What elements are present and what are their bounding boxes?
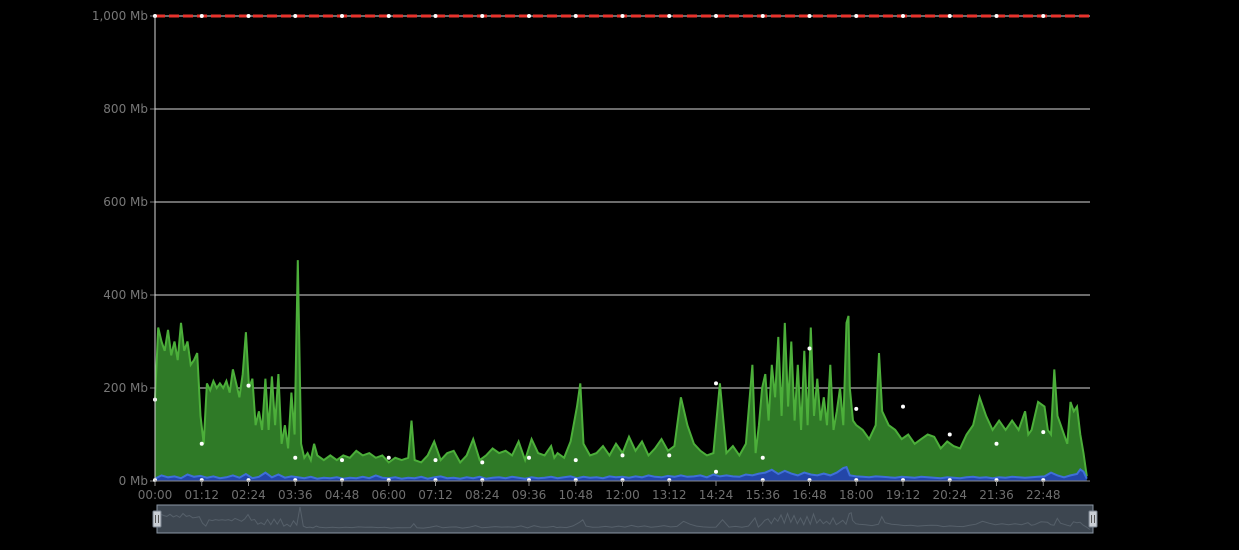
capacity-marker	[667, 14, 672, 18]
traffic-chart: 0 Mb 200 Mb 400 Mb 600 Mb 800 Mb 1,000 Mb 00:…	[92, 9, 1098, 534]
x-tick-label: 00:00	[138, 488, 173, 502]
data-point-marker	[807, 346, 812, 351]
handle-grip[interactable]	[1088, 510, 1098, 528]
data-point-marker	[246, 383, 251, 388]
range-slider-left-handle[interactable]	[152, 510, 162, 528]
range-slider-right-handle[interactable]	[1088, 510, 1098, 528]
capacity-marker	[807, 14, 812, 18]
capacity-marker	[760, 14, 765, 18]
y-tick-label: 1,000 Mb	[92, 9, 148, 23]
x-tick-label: 20:24	[932, 488, 967, 502]
x-tick-label: 22:48	[1026, 488, 1061, 502]
capacity-marker	[246, 14, 251, 18]
x-tick-label: 18:00	[839, 488, 874, 502]
x-tick-label: 19:12	[886, 488, 921, 502]
handle-grip[interactable]	[152, 510, 162, 528]
data-point-marker	[340, 458, 344, 463]
data-point-marker	[573, 458, 578, 463]
data-point-marker	[714, 469, 718, 474]
data-point-marker	[714, 381, 718, 386]
data-point-marker	[994, 441, 999, 446]
capacity-marker	[386, 14, 391, 18]
capacity-marker	[340, 14, 344, 18]
data-point-marker	[527, 455, 531, 460]
x-tick-label: 09:36	[512, 488, 547, 502]
x-tick-label: 01:12	[184, 488, 219, 502]
data-point-marker	[199, 441, 204, 446]
data-point-marker	[433, 458, 438, 463]
capacity-marker	[994, 14, 999, 18]
x-tick-label: 14:24	[699, 488, 734, 502]
y-tick-label: 0 Mb	[119, 474, 148, 488]
y-axis-ticks: 0 Mb 200 Mb 400 Mb 600 Mb 800 Mb 1,000 Mb	[92, 9, 155, 488]
x-tick-label: 08:24	[465, 488, 500, 502]
capacity-marker	[433, 14, 438, 18]
x-tick-label: 04:48	[325, 488, 360, 502]
data-point-marker	[386, 455, 391, 460]
x-tick-label: 13:12	[652, 488, 687, 502]
data-point-marker	[854, 406, 859, 411]
capacity-marker	[901, 14, 905, 18]
x-tick-label: 06:00	[371, 488, 406, 502]
capacity-marker	[480, 14, 485, 18]
data-point-marker	[901, 404, 905, 409]
capacity-marker	[854, 14, 859, 18]
series-layer	[153, 14, 1090, 483]
data-point-marker	[620, 453, 625, 458]
data-point-marker	[760, 455, 765, 460]
y-tick-label: 200 Mb	[103, 381, 148, 395]
y-tick-label: 600 Mb	[103, 195, 148, 209]
capacity-marker	[1041, 14, 1046, 18]
capacity-marker	[573, 14, 578, 18]
x-tick-label: 02:24	[231, 488, 266, 502]
data-point-marker	[667, 453, 672, 458]
x-axis-ticks: 00:00 01:12 02:24 03:36 04:48 06:00 07:12 08:24…	[138, 481, 1061, 502]
y-tick-label: 400 Mb	[103, 288, 148, 302]
data-point-marker	[947, 432, 952, 437]
x-tick-label: 03:36	[278, 488, 313, 502]
capacity-marker	[199, 14, 204, 18]
range-slider[interactable]	[152, 504, 1098, 534]
capacity-marker	[293, 14, 298, 18]
x-tick-label: 12:00	[605, 488, 640, 502]
data-point-marker	[1041, 430, 1046, 435]
x-tick-label: 16:48	[792, 488, 827, 502]
capacity-marker	[620, 14, 625, 18]
x-tick-label: 15:36	[745, 488, 780, 502]
data-point-marker	[480, 460, 485, 465]
x-tick-label: 07:12	[418, 488, 453, 502]
capacity-marker	[947, 14, 952, 18]
gridlines	[155, 15, 1090, 389]
x-tick-label: 10:48	[558, 488, 593, 502]
capacity-marker	[714, 14, 718, 18]
x-tick-label: 21:36	[979, 488, 1014, 502]
capacity-marker	[527, 14, 531, 18]
series-area-fill-1	[155, 260, 1087, 481]
data-point-marker	[293, 455, 298, 460]
y-tick-label: 800 Mb	[103, 102, 148, 116]
